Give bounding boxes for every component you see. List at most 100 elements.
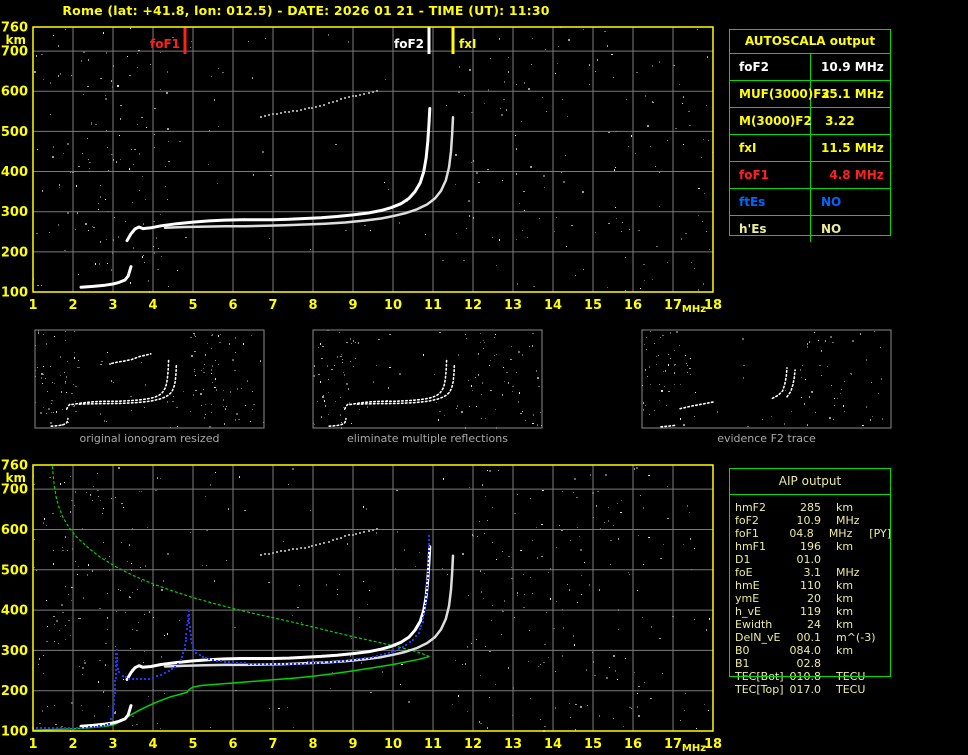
x-tick-label: 17: [664, 298, 682, 313]
aip-value: 010.8: [789, 670, 822, 683]
y-tick-label: 300: [1, 644, 28, 659]
aip-value: 285: [800, 501, 821, 514]
aip-unit: MHz: [836, 566, 860, 579]
aip-unit: TECU: [836, 670, 866, 683]
param-value: NO: [821, 222, 842, 236]
x-axis-unit: MHz: [682, 304, 706, 315]
aip-unit: km: [836, 540, 854, 553]
x-tick-label: 17: [664, 737, 682, 752]
y-tick-label: 100: [1, 286, 28, 301]
x-tick-label: 1: [28, 298, 37, 313]
aip-label: foE: [735, 566, 753, 579]
x-tick-label: 7: [268, 737, 277, 752]
y-tick-label: 100: [1, 725, 28, 740]
y-tick-label: 200: [1, 245, 28, 260]
x-tick-label: 7: [268, 298, 277, 313]
aip-label: B1: [735, 657, 750, 670]
aip-value: 3.1: [803, 566, 822, 579]
table-row: MUF(3000)F2 35.1 MHz: [730, 81, 890, 108]
autoscala-output-table: AUTOSCALA output foF2 10.9 MHz MUF(3000)F2…: [729, 29, 891, 242]
x-tick-label: 6: [228, 298, 237, 313]
table-row: hmF1 196 km: [735, 540, 891, 553]
y-tick-label: 400: [1, 604, 28, 619]
thumbnail-caption-1: original ionogram resized: [79, 432, 220, 445]
aip-value: 04.8: [789, 527, 814, 540]
table-row: foF2 10.9 MHz: [730, 54, 890, 81]
param-label: M(3000)F2: [730, 108, 812, 134]
table-row: foE 3.1 MHz: [735, 566, 891, 579]
x-tick-label: 10: [384, 298, 402, 313]
param-value: 4.8 MHz: [821, 168, 884, 182]
aip-unit: [836, 657, 878, 670]
y-axis-unit: km: [6, 471, 26, 485]
aip-label: B0: [735, 644, 750, 657]
x-tick-label: 15: [584, 737, 602, 752]
aip-unit: km: [836, 579, 854, 592]
aip-table-header: AIP output: [778, 474, 842, 488]
x-tick-label: 5: [188, 298, 197, 313]
x-tick-label: 2: [68, 737, 77, 752]
param-value: 10.9 MHz: [821, 60, 884, 74]
x-tick-label: 9: [348, 298, 357, 313]
thumbnail-original-ionogram: [34, 329, 265, 429]
x-tick-label: 3: [108, 298, 117, 313]
aip-value: 02.8: [796, 657, 822, 670]
x-tick-label: 5: [188, 737, 197, 752]
aip-label: TEC[Top]: [735, 683, 784, 696]
x-tick-label: 12: [464, 737, 482, 752]
x-tick-label: 10: [384, 737, 402, 752]
y-tick-label: 600: [1, 85, 28, 100]
x-tick-label: 16: [624, 737, 642, 752]
aip-label: hmE: [735, 579, 760, 592]
ionogram-plot: foF1 foF2 fxI760700600500400300200100km1 2 3…: [1, 21, 722, 316]
table-row: M(3000)F2 3.22: [730, 108, 890, 135]
x-tick-label: 13: [504, 298, 522, 313]
profile-plot: 760700600500400300200100km1 2 3 4 5 6 7 8 9 10 11 1…: [1, 459, 722, 755]
aip-value: 00.1: [796, 631, 822, 644]
x-tick-label: 6: [228, 737, 237, 752]
aip-value: 20: [807, 592, 821, 605]
aip-label: Ewidth: [735, 618, 773, 631]
table-row: B1 02.8: [735, 657, 891, 670]
table-row: TEC[Top] 017.0 TECU: [735, 683, 891, 696]
aip-unit: km: [836, 644, 854, 657]
thumbnail-f2-evidence: [641, 329, 892, 429]
aip-unit: MHz: [828, 527, 853, 540]
fxI-marker-label: fxI: [459, 37, 476, 51]
aip-value: 110: [800, 579, 821, 592]
aip-unit: m^(-3): [836, 631, 876, 644]
aip-label: D1: [735, 553, 751, 566]
x-tick-label: 11: [424, 737, 442, 752]
table-row: hmF2 285 km: [735, 501, 891, 514]
thumbnail-caption-3: evidence F2 trace: [717, 432, 816, 445]
table-row: TEC[Bot] 010.8 TECU: [735, 670, 891, 683]
foF1-marker-label: foF1: [150, 37, 180, 51]
x-tick-label: 14: [544, 737, 562, 752]
aip-label: DelN_vE: [735, 631, 781, 644]
x-tick-label: 4: [148, 298, 157, 313]
x-tick-label: 14: [544, 298, 562, 313]
y-tick-label: 300: [1, 205, 28, 220]
autoscala-screen: Rome (lat: +41.8, lon: 012.5) - DATE: 20…: [0, 0, 968, 755]
y-tick-label: 500: [1, 563, 28, 578]
x-tick-label: 4: [148, 737, 157, 752]
x-tick-label: 18: [704, 737, 722, 752]
aip-label: hmF1: [735, 540, 767, 553]
aip-unit: km: [836, 605, 854, 618]
table-row: hmE 110 km: [735, 579, 891, 592]
y-tick-label: 600: [1, 523, 28, 538]
x-tick-label: 11: [424, 298, 442, 313]
autoscala-table-body: foF2 10.9 MHz MUF(3000)F2 35.1 MHz M(3000)F2…: [730, 54, 890, 242]
aip-value: 017.0: [789, 683, 822, 696]
table-row: Ewidth 24 km: [735, 618, 891, 631]
aip-value: 119: [800, 605, 821, 618]
aip-value: 10.9: [796, 514, 822, 527]
aip-value: 24: [807, 618, 821, 631]
aip-label: foF1: [735, 527, 759, 540]
table-row: foF1 4.8 MHz: [730, 162, 890, 189]
x-tick-label: 3: [108, 737, 117, 752]
table-row: DelN_vE 00.1 m^(-3): [735, 631, 891, 644]
aip-label: TEC[Bot]: [735, 670, 784, 683]
aip-unit: km: [836, 592, 854, 605]
x-tick-label: 13: [504, 737, 522, 752]
